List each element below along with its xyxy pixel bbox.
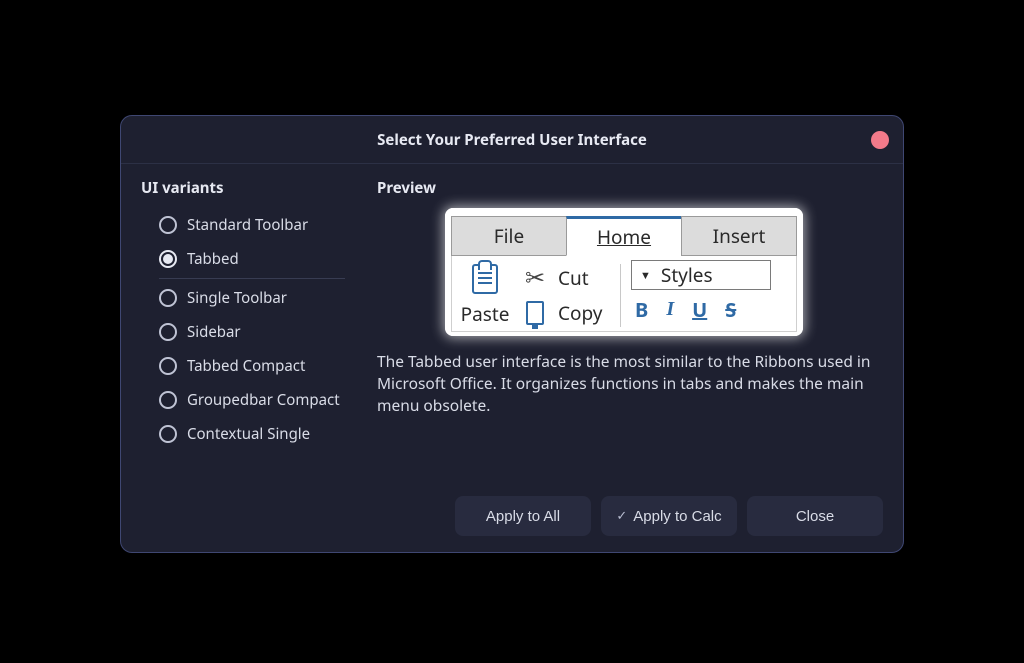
preview-paste-label: Paste: [461, 301, 510, 327]
radio-icon: [159, 289, 177, 307]
radio-icon: [159, 216, 177, 234]
cut-icon: ✂: [525, 266, 545, 290]
dialog-title: Select Your Preferred User Interface: [377, 130, 647, 150]
radio-label: Tabbed Compact: [187, 356, 305, 376]
preview-tab-file: File: [451, 216, 567, 256]
ui-variants-heading: UI variants: [141, 178, 367, 198]
preview-heading: Preview: [377, 178, 883, 198]
radio-icon: [159, 425, 177, 443]
apply-to-all-button[interactable]: Apply to All: [455, 496, 591, 536]
variant-description: The Tabbed user interface is the most si…: [377, 350, 877, 416]
check-icon: ✓: [616, 508, 627, 524]
radio-icon: [159, 250, 177, 268]
italic-icon: I: [666, 298, 674, 321]
radio-tabbed[interactable]: Tabbed: [159, 242, 367, 276]
bold-icon: B: [635, 296, 648, 323]
titlebar: Select Your Preferred User Interface: [121, 116, 903, 164]
preview-panel: Preview File Home Insert Paste ✂: [377, 178, 883, 480]
radio-sidebar[interactable]: Sidebar: [159, 315, 367, 349]
radio-label: Contextual Single: [187, 424, 310, 444]
radio-label: Single Toolbar: [187, 288, 287, 308]
preview-format-buttons: B I U S: [631, 296, 790, 323]
preview-styles-dropdown: ▼ Styles: [631, 260, 771, 290]
underline-icon: U: [692, 296, 707, 323]
strike-icon: S: [725, 296, 736, 323]
paste-icon: [472, 264, 498, 294]
ui-variants-panel: UI variants Standard Toolbar Tabbed Sing…: [141, 178, 367, 480]
radio-label: Groupedbar Compact: [187, 390, 340, 410]
radio-label: Standard Toolbar: [187, 215, 308, 235]
format-brush-icon: [526, 301, 544, 325]
preview-tab-home: Home: [566, 216, 682, 256]
variant-divider: [159, 278, 345, 279]
radio-icon: [159, 323, 177, 341]
apply-to-calc-button[interactable]: ✓ Apply to Calc: [601, 496, 737, 536]
ui-picker-dialog: Select Your Preferred User Interface UI …: [120, 115, 904, 553]
radio-standard-toolbar[interactable]: Standard Toolbar: [159, 208, 367, 242]
radio-contextual-single[interactable]: Contextual Single: [159, 417, 367, 451]
radio-icon: [159, 391, 177, 409]
preview-copy-label: Copy: [558, 300, 603, 326]
caret-down-icon: ▼: [640, 268, 651, 283]
preview-separator: [620, 264, 621, 327]
preview-cut-label: Cut: [558, 265, 589, 291]
preview-image: File Home Insert Paste ✂: [445, 208, 803, 336]
radio-label: Tabbed: [187, 249, 239, 269]
close-icon[interactable]: [871, 131, 889, 149]
dialog-buttons: Apply to All ✓ Apply to Calc Close: [141, 496, 883, 536]
preview-tab-insert: Insert: [681, 216, 797, 256]
close-button[interactable]: Close: [747, 496, 883, 536]
radio-icon: [159, 357, 177, 375]
radio-groupedbar-compact[interactable]: Groupedbar Compact: [159, 383, 367, 417]
radio-single-toolbar[interactable]: Single Toolbar: [159, 281, 367, 315]
radio-label: Sidebar: [187, 322, 241, 342]
radio-tabbed-compact[interactable]: Tabbed Compact: [159, 349, 367, 383]
